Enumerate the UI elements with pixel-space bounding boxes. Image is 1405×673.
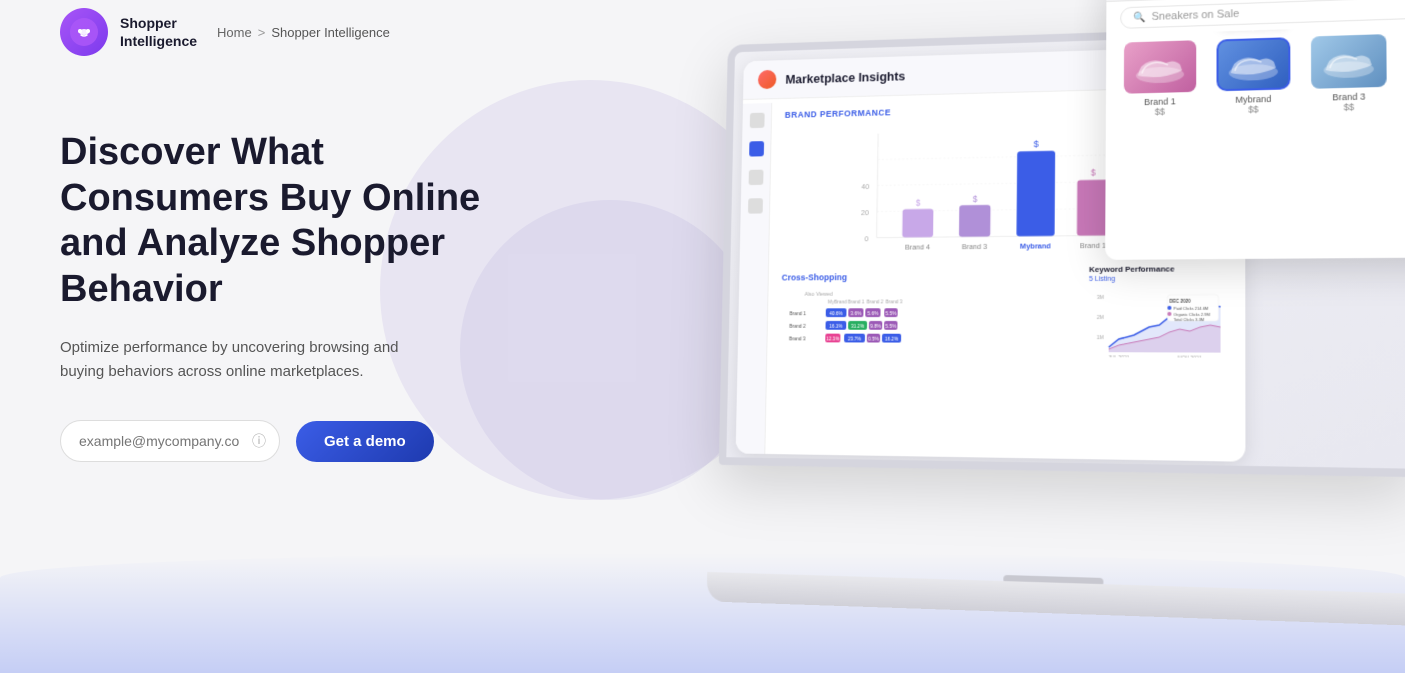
svg-text:23.7%: 23.7%	[848, 336, 862, 342]
svg-text:Total Clicks 3.3M: Total Clicks 3.3M	[1173, 318, 1204, 322]
svg-text:Brand 2: Brand 2	[867, 299, 884, 305]
svg-text:1M: 1M	[1097, 335, 1104, 341]
svg-text:16.2%: 16.2%	[885, 337, 899, 343]
breadcrumb-home[interactable]: Home	[217, 25, 252, 40]
svg-text:Also Viewed: Also Viewed	[805, 292, 833, 298]
cross-shopping-label: Cross-Shopping	[782, 271, 1078, 282]
svg-text:5.6%: 5.6%	[867, 311, 879, 317]
svg-text:Brand 3: Brand 3	[962, 242, 988, 251]
product-price-brand1: $$	[1155, 107, 1165, 117]
breadcrumb-current: Shopper Intelligence	[271, 25, 390, 40]
product-price-brand3: $$	[1344, 102, 1355, 112]
svg-text:Brand 1: Brand 1	[790, 311, 807, 317]
svg-text:NOV 2021: NOV 2021	[1178, 355, 1202, 357]
svg-text:DEC 2020: DEC 2020	[1169, 299, 1191, 304]
svg-text:Organic Clicks 2.9M: Organic Clicks 2.9M	[1173, 313, 1210, 317]
svg-text:Brand 3: Brand 3	[886, 299, 903, 305]
svg-text:$: $	[1091, 167, 1096, 177]
cross-shopping-section: Cross-Shopping Also Viewed MyBrand Brand…	[780, 271, 1077, 380]
keyword-title: Keyword Performance	[1089, 264, 1231, 274]
logo-area: Shopper Intelligence	[60, 8, 197, 56]
svg-text:40.6%: 40.6%	[829, 311, 843, 317]
svg-text:12.3%: 12.3%	[826, 336, 840, 342]
dashboard-mockup: Marketplace Insights Brand Performance	[679, 21, 1405, 628]
info-icon: ⓘ	[252, 431, 266, 451]
svg-text:9.8%: 9.8%	[870, 324, 882, 330]
cross-shopping-table: Also Viewed MyBrand Brand 1 Brand 2 Bran…	[780, 286, 933, 375]
dashboard-logo-icon	[758, 70, 777, 89]
svg-text:5.5%: 5.5%	[885, 311, 897, 317]
cta-row: ⓘ Get a demo	[60, 420, 540, 462]
keyword-sub: 5 Listing	[1089, 275, 1231, 283]
svg-text:Mybrand: Mybrand	[1020, 242, 1051, 251]
svg-text:2M: 2M	[1097, 315, 1104, 321]
logo-text: Shopper Intelligence	[120, 14, 197, 50]
dashboard-title: Marketplace Insights	[785, 68, 905, 86]
product-price-mybrand: $$	[1248, 104, 1258, 114]
svg-text:Brand 4: Brand 4	[905, 243, 930, 252]
svg-text:0: 0	[864, 234, 868, 243]
keyword-chart-svg: 3M 2M 1M JUL 2021 NOV 2021	[1089, 286, 1231, 357]
svg-text:16.1%: 16.1%	[829, 324, 843, 330]
chart-lower-section: Cross-Shopping Also Viewed MyBrand Brand…	[780, 264, 1231, 381]
svg-text:$: $	[916, 198, 921, 208]
svg-text:20: 20	[861, 208, 869, 217]
nav-icon-settings[interactable]	[748, 198, 763, 213]
nav-icon-list[interactable]	[748, 170, 763, 185]
svg-text:3M: 3M	[1097, 295, 1104, 301]
nav-icon-home[interactable]	[749, 113, 764, 129]
keyword-mini-area: Keyword Performance 5 Listing 3M 2M 1M	[1088, 264, 1230, 381]
header: Shopper Intelligence Home > Shopper Inte…	[0, 0, 1405, 64]
svg-text:$: $	[973, 194, 978, 204]
product-label-brand3: Brand 3	[1332, 91, 1365, 102]
svg-text:0.5%: 0.5%	[868, 336, 880, 342]
page-title: Discover What Consumers Buy Online and A…	[60, 130, 540, 312]
nav-icon-chart[interactable]	[749, 141, 764, 156]
svg-text:Brand 1: Brand 1	[848, 299, 865, 305]
get-demo-button[interactable]: Get a demo	[296, 421, 434, 462]
product-label-mybrand: Mybrand	[1235, 94, 1271, 105]
svg-text:$: $	[1034, 139, 1040, 149]
logo-icon	[60, 8, 108, 56]
email-input-wrapper: ⓘ	[60, 420, 280, 462]
svg-text:31.2%: 31.2%	[851, 324, 865, 330]
hero-section: Discover What Consumers Buy Online and A…	[60, 130, 540, 462]
svg-text:Brand 1: Brand 1	[1080, 241, 1106, 251]
svg-text:40: 40	[861, 182, 869, 191]
svg-text:MyBrand: MyBrand	[828, 299, 847, 305]
svg-text:5.5%: 5.5%	[885, 324, 897, 330]
svg-text:Paid Clicks 214.6M: Paid Clicks 214.6M	[1173, 307, 1208, 311]
dashboard-nav	[736, 103, 773, 462]
email-field[interactable]	[60, 420, 280, 462]
breadcrumb-separator: >	[258, 25, 266, 40]
product-label-brand1: Brand 1	[1144, 96, 1176, 107]
svg-text:3.6%: 3.6%	[850, 311, 862, 317]
svg-text:Brand 2: Brand 2	[789, 324, 806, 330]
svg-text:Brand 3: Brand 3	[789, 336, 806, 342]
hero-subtext: Optimize performance by uncovering brows…	[60, 336, 440, 384]
svg-text:JUL 2021: JUL 2021	[1108, 355, 1130, 358]
breadcrumb: Home > Shopper Intelligence	[217, 25, 390, 40]
